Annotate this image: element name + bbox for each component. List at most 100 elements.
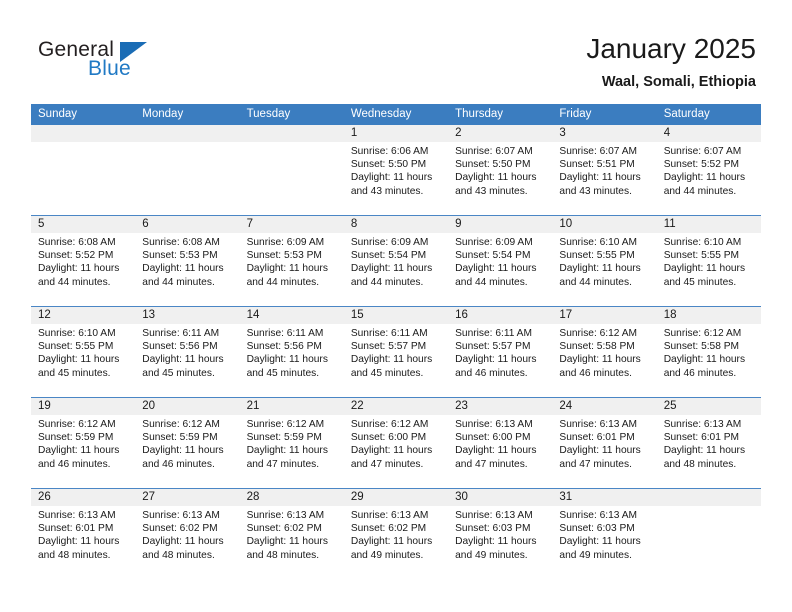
sunrise-text: Sunrise: 6:13 AM [142,510,220,521]
day-cell[interactable]: 31 Sunrise: 6:13 AM Sunset: 6:03 PM Dayligh… [552,489,657,579]
sunset-text: Sunset: 6:03 PM [455,523,531,535]
logo-text-blue: Blue [88,57,131,80]
day-cell[interactable]: 14 Sunrise: 6:11 AM Sunset: 5:56 PM Dayligh… [239,307,344,397]
day-cell[interactable]: 11 Sunrise: 6:10 AM Sunset: 5:55 PM Dayligh… [656,216,761,306]
day-cell[interactable]: 27 Sunrise: 6:13 AM Sunset: 6:02 PM Dayligh… [135,489,240,579]
daylight-text: Daylight: 11 hours and 45 minutes. [142,354,224,379]
daylight-text: Daylight: 11 hours and 46 minutes. [663,354,746,379]
sunset-text: Sunset: 5:58 PM [559,341,635,353]
sunset-text: Sunset: 5:52 PM [663,159,740,171]
day-number [656,489,761,506]
day-details: Sunrise: 6:13 AM Sunset: 6:00 PM Daylight:… [448,415,552,471]
day-number: 24 [552,398,657,415]
day-details: Sunrise: 6:09 AM Sunset: 5:54 PM Daylight:… [448,233,552,289]
daylight-text: Daylight: 11 hours and 46 minutes. [38,445,120,470]
sunset-text: Sunset: 6:00 PM [455,432,531,444]
day-number: 7 [239,216,344,233]
page-title: January 2025 [586,33,756,64]
sunrise-text: Sunrise: 6:11 AM [142,328,220,339]
day-cell[interactable]: 12 Sunrise: 6:10 AM Sunset: 5:55 PM Dayligh… [31,307,136,397]
day-details: Sunrise: 6:06 AM Sunset: 5:50 PM Daylight:… [344,142,448,198]
day-cell-empty [656,489,761,579]
day-number: 20 [135,398,240,415]
sunset-text: Sunset: 6:02 PM [142,523,218,535]
sunset-text: Sunset: 5:53 PM [142,250,218,262]
sunrise-text: Sunrise: 6:07 AM [663,146,742,157]
day-number: 1 [343,125,449,142]
day-cell[interactable]: 21 Sunrise: 6:12 AM Sunset: 5:59 PM Dayligh… [239,398,344,488]
daylight-text: Daylight: 11 hours and 47 minutes. [559,445,641,470]
daylight-text: Daylight: 11 hours and 46 minutes. [559,354,641,379]
day-cell[interactable]: 19 Sunrise: 6:12 AM Sunset: 5:59 PM Dayligh… [31,398,136,488]
sunrise-text: Sunrise: 6:13 AM [559,510,637,521]
day-cell[interactable]: 7 Sunrise: 6:09 AM Sunset: 5:53 PM Daylight… [239,216,344,306]
day-cell[interactable]: 28 Sunrise: 6:13 AM Sunset: 6:02 PM Dayligh… [239,489,344,579]
day-cell[interactable]: 16 Sunrise: 6:11 AM Sunset: 5:57 PM Dayligh… [448,307,553,397]
day-cell[interactable]: 2 Sunrise: 6:07 AM Sunset: 5:50 PM Daylight… [448,125,553,215]
sunset-text: Sunset: 6:00 PM [350,432,427,444]
day-cell[interactable]: 3 Sunrise: 6:07 AM Sunset: 5:51 PM Daylight… [552,125,657,215]
day-number: 21 [239,398,344,415]
day-cell-empty [135,125,240,215]
day-cell[interactable]: 6 Sunrise: 6:08 AM Sunset: 5:53 PM Daylight… [135,216,240,306]
page-header: General Blue January 2025 Waal, Somali, … [0,0,792,104]
sunrise-text: Sunrise: 6:08 AM [38,237,116,248]
day-cell[interactable]: 26 Sunrise: 6:13 AM Sunset: 6:01 PM Dayligh… [31,489,136,579]
day-cell[interactable]: 24 Sunrise: 6:13 AM Sunset: 6:01 PM Dayligh… [552,398,657,488]
sunrise-text: Sunrise: 6:12 AM [142,419,220,430]
daylight-text: Daylight: 11 hours and 45 minutes. [38,354,120,379]
day-cell[interactable]: 25 Sunrise: 6:13 AM Sunset: 6:01 PM Dayligh… [656,398,761,488]
daylight-text: Daylight: 11 hours and 45 minutes. [663,263,746,288]
sunrise-text: Sunrise: 6:13 AM [455,510,533,521]
sunset-text: Sunset: 5:59 PM [142,432,218,444]
day-cell[interactable]: 4 Sunrise: 6:07 AM Sunset: 5:52 PM Daylight… [656,125,761,215]
daylight-text: Daylight: 11 hours and 47 minutes. [246,445,328,470]
day-cell[interactable]: 13 Sunrise: 6:11 AM Sunset: 5:56 PM Dayligh… [135,307,240,397]
sunrise-text: Sunrise: 6:11 AM [350,328,428,339]
day-number: 31 [552,489,657,506]
day-number: 25 [656,398,761,415]
day-cell[interactable]: 29 Sunrise: 6:13 AM Sunset: 6:02 PM Dayligh… [343,489,449,579]
weekday-header-friday: Friday [559,108,592,120]
sunrise-text: Sunrise: 6:10 AM [38,328,116,339]
sunset-text: Sunset: 5:57 PM [455,341,531,353]
daylight-text: Daylight: 11 hours and 47 minutes. [455,445,537,470]
day-number: 5 [31,216,136,233]
sunrise-text: Sunrise: 6:12 AM [663,328,742,339]
day-cell[interactable]: 8 Sunrise: 6:09 AM Sunset: 5:54 PM Daylight… [343,216,449,306]
daylight-text: Daylight: 11 hours and 48 minutes. [663,445,746,470]
day-cell[interactable]: 9 Sunrise: 6:09 AM Sunset: 5:54 PM Daylight… [448,216,553,306]
day-cell[interactable]: 5 Sunrise: 6:08 AM Sunset: 5:52 PM Daylight… [31,216,136,306]
sunrise-text: Sunrise: 6:13 AM [455,419,533,430]
day-cell[interactable]: 10 Sunrise: 6:10 AM Sunset: 5:55 PM Dayligh… [552,216,657,306]
day-cell[interactable]: 30 Sunrise: 6:13 AM Sunset: 6:03 PM Dayligh… [448,489,553,579]
day-details: Sunrise: 6:12 AM Sunset: 5:58 PM Daylight:… [552,324,656,380]
day-cell[interactable]: 15 Sunrise: 6:11 AM Sunset: 5:57 PM Dayligh… [343,307,449,397]
day-cell[interactable]: 23 Sunrise: 6:13 AM Sunset: 6:00 PM Dayligh… [448,398,553,488]
day-cell[interactable]: 1 Sunrise: 6:06 AM Sunset: 5:50 PM Daylight… [343,125,449,215]
day-cell[interactable]: 22 Sunrise: 6:12 AM Sunset: 6:00 PM Dayligh… [343,398,449,488]
day-cell[interactable]: 20 Sunrise: 6:12 AM Sunset: 5:59 PM Dayligh… [135,398,240,488]
day-number: 17 [552,307,657,324]
day-number: 23 [448,398,553,415]
daylight-text: Daylight: 11 hours and 49 minutes. [350,536,433,561]
day-number: 6 [135,216,240,233]
sunset-text: Sunset: 5:58 PM [663,341,740,353]
sunrise-text: Sunrise: 6:12 AM [559,328,637,339]
weekday-header-wednesday: Wednesday [350,108,412,120]
sunrise-text: Sunrise: 6:11 AM [455,328,532,339]
day-details: Sunrise: 6:13 AM Sunset: 6:02 PM Daylight:… [135,506,239,562]
sunrise-text: Sunrise: 6:09 AM [350,237,429,248]
day-number: 29 [343,489,449,506]
day-cell[interactable]: 18 Sunrise: 6:12 AM Sunset: 5:58 PM Dayligh… [656,307,761,397]
sunrise-text: Sunrise: 6:13 AM [246,510,325,521]
weekday-header-tuesday: Tuesday [246,108,291,120]
sunset-text: Sunset: 5:56 PM [142,341,218,353]
sunrise-text: Sunrise: 6:10 AM [663,237,742,248]
day-cell[interactable]: 17 Sunrise: 6:12 AM Sunset: 5:58 PM Dayligh… [552,307,657,397]
daylight-text: Daylight: 11 hours and 46 minutes. [142,445,224,470]
day-number: 19 [31,398,136,415]
day-details: Sunrise: 6:12 AM Sunset: 6:00 PM Daylight:… [344,415,448,471]
day-number: 11 [656,216,761,233]
general-blue-logo[interactable]: General Blue [38,38,168,86]
